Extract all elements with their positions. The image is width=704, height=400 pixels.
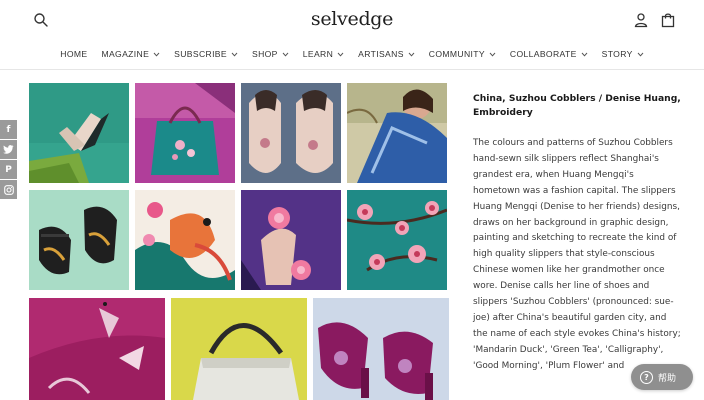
- gallery-image-teal-bag[interactable]: [135, 83, 235, 183]
- help-label: 帮助: [658, 373, 677, 384]
- gallery-image-bird-embroidery[interactable]: [135, 190, 235, 290]
- article-title: China, Suzhou Cobblers / Denise Huang, E…: [473, 93, 681, 118]
- nav-learn[interactable]: LEARN: [303, 49, 344, 59]
- nav-story[interactable]: STORY: [602, 49, 644, 59]
- site-header: selvedge HOME MAGAZINE SUBSCRIBE SHOP LE…: [0, 0, 704, 70]
- pink-flower-slippers-photo: [241, 190, 341, 290]
- article-body: The colours and patterns of Suzhou Cobbl…: [473, 138, 681, 371]
- facebook-button[interactable]: f: [0, 120, 17, 139]
- main-nav: HOME MAGAZINE SUBSCRIBE SHOP LEARN ARTIS…: [0, 49, 704, 59]
- nav-story-label: STORY: [601, 49, 633, 59]
- chevron-down-icon: [282, 52, 289, 57]
- magenta-silk-embroidery-photo: [29, 298, 165, 400]
- nav-magazine-label: MAGAZINE: [101, 49, 150, 59]
- gallery-image-blue-fan[interactable]: [347, 83, 447, 183]
- nav-learn-label: LEARN: [302, 49, 334, 59]
- gallery-image-mary-jane[interactable]: [29, 190, 129, 290]
- site-logo[interactable]: selvedge: [0, 8, 704, 30]
- green-pointed-slipper-photo: [29, 83, 129, 183]
- nav-community-label: COMMUNITY: [428, 49, 485, 59]
- instagram-button[interactable]: [0, 180, 17, 199]
- pinterest-button[interactable]: P: [0, 160, 17, 179]
- facebook-icon: f: [6, 124, 11, 135]
- article: China, Suzhou Cobblers / Denise Huang, E…: [473, 92, 681, 375]
- question-icon: ?: [640, 370, 653, 384]
- gallery-image-cherry-blossom[interactable]: [347, 190, 447, 290]
- nav-community[interactable]: COMMUNITY: [429, 49, 496, 59]
- nav-shop[interactable]: SHOP: [252, 49, 289, 59]
- gallery-image-embroidered-flats[interactable]: [241, 83, 341, 183]
- social-share-bar: f P: [0, 120, 17, 200]
- chevron-down-icon: [489, 52, 496, 57]
- user-icon: [634, 13, 648, 28]
- nav-subscribe[interactable]: SUBSCRIBE: [174, 49, 238, 59]
- gallery-image-yellow-bag[interactable]: [171, 298, 307, 400]
- gallery-image-magenta-silk[interactable]: [29, 298, 165, 400]
- nav-collaborate[interactable]: COLLABORATE: [510, 49, 588, 59]
- cherry-blossom-embroidery-photo: [347, 190, 447, 290]
- account-button[interactable]: [633, 12, 649, 28]
- help-button[interactable]: ? 帮助: [631, 364, 693, 390]
- nav-home-label: HOME: [60, 49, 88, 59]
- gallery-image-purple-heels[interactable]: [313, 298, 449, 400]
- chevron-down-icon: [337, 52, 344, 57]
- nav-shop-label: SHOP: [251, 49, 278, 59]
- gallery-image-flower-slippers[interactable]: [241, 190, 341, 290]
- nav-home[interactable]: HOME: [60, 49, 87, 59]
- black-mary-jane-photo: [29, 190, 129, 290]
- chevron-down-icon: [581, 52, 588, 57]
- twitter-button[interactable]: [0, 140, 17, 159]
- gallery-image-green-slipper[interactable]: [29, 83, 129, 183]
- purple-heels-photo: [313, 298, 449, 400]
- chevron-down-icon: [153, 52, 160, 57]
- orange-bird-embroidery-photo: [135, 190, 235, 290]
- yellow-bag-photo: [171, 298, 307, 400]
- instagram-icon: [3, 184, 14, 195]
- twitter-icon: [3, 145, 14, 154]
- cart-button[interactable]: [660, 12, 676, 28]
- shopping-bag-icon: [661, 13, 675, 28]
- blue-fan-woman-photo: [347, 83, 447, 183]
- pinterest-icon: P: [5, 164, 12, 175]
- chevron-down-icon: [408, 52, 415, 57]
- nav-magazine[interactable]: MAGAZINE: [101, 49, 160, 59]
- embroidered-flat-shoes-photo: [241, 83, 341, 183]
- nav-artisans[interactable]: ARTISANS: [358, 49, 415, 59]
- nav-artisans-label: ARTISANS: [358, 49, 404, 59]
- chevron-down-icon: [637, 52, 644, 57]
- nav-collaborate-label: COLLABORATE: [509, 49, 577, 59]
- chevron-down-icon: [231, 52, 238, 57]
- teal-bag-photo: [135, 83, 235, 183]
- nav-subscribe-label: SUBSCRIBE: [174, 49, 227, 59]
